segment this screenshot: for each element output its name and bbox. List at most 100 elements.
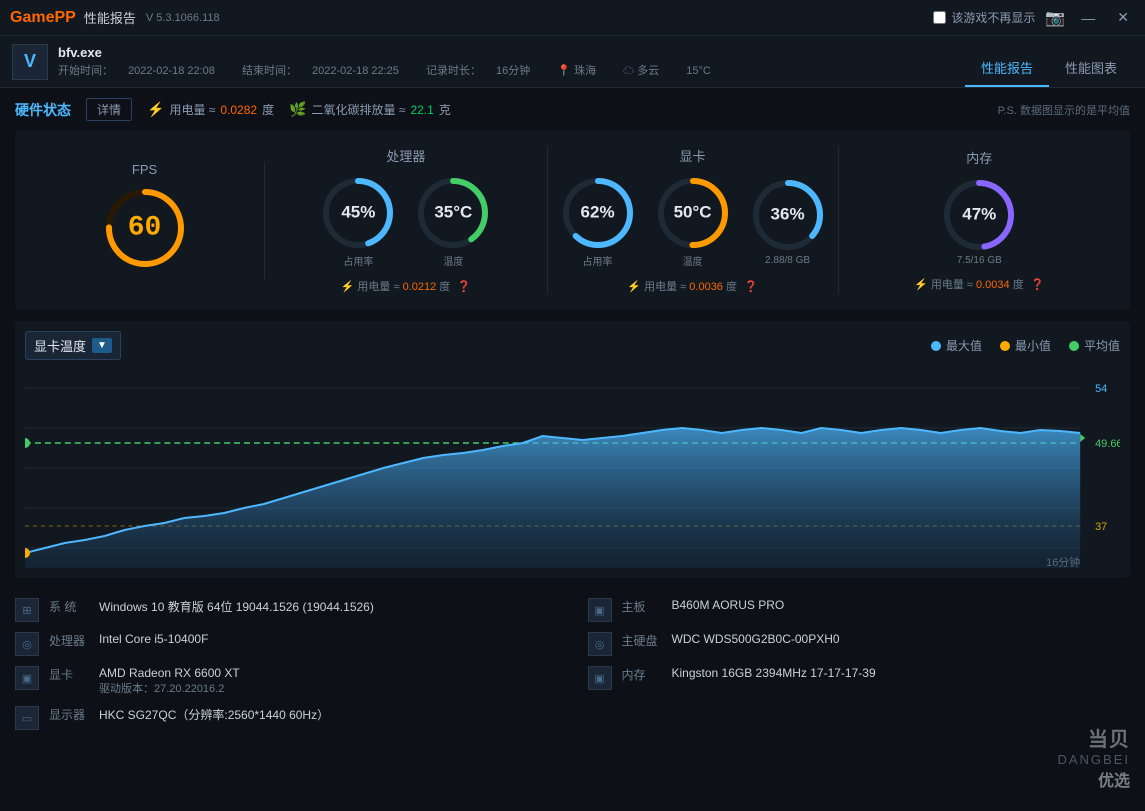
gpu-temp-gauge: 50°C	[653, 173, 733, 253]
game-icon: V	[12, 44, 48, 80]
weather: ☁ 多云	[623, 65, 671, 77]
section-label: 性能报告	[84, 8, 136, 27]
gpu-usage-gauge: 62%	[558, 173, 638, 253]
os-label: 系 统	[49, 598, 89, 615]
sysinfo-right: ▣ 主板 B460M AORUS PRO ◎ 主硬盘 WDC WDS500G2B…	[588, 598, 1131, 730]
watermark: 当贝 DANGBEI 优选	[1057, 723, 1130, 791]
cpu-title: 处理器	[386, 146, 425, 165]
gpu-info-label: 显卡	[49, 666, 89, 683]
ram-usage-text: 47%	[962, 206, 996, 225]
gpu-gauges: 62% 占用率 50°C	[558, 173, 828, 268]
no-show-checkbox[interactable]	[933, 11, 946, 24]
gpu-usage-text: 62%	[581, 204, 615, 223]
temperature: 15°C	[686, 65, 711, 77]
ram-section: 内存 47% 7.5/16 GB ⚡	[839, 148, 1120, 292]
hardware-status-bar: 硬件状态 详情 ⚡ 用电量 ≈ 0.0282 度 🌿 二氧化碳排放量 ≈ 22.…	[15, 98, 1130, 121]
detail-button[interactable]: 详情	[86, 98, 132, 121]
sysinfo-left: ⊞ 系 统 Windows 10 教育版 64位 19044.1526 (190…	[15, 598, 558, 730]
legend-min-dot	[1000, 341, 1010, 351]
gpu-title: 显卡	[680, 146, 706, 165]
game-meta: 开始时间： 2022-02-18 22:08 结束时间： 2022-02-18 …	[58, 62, 965, 78]
monitor-icon: ▭	[15, 706, 39, 730]
gpu-vram-gauge: 36%	[748, 175, 828, 255]
no-show-checkbox-area[interactable]: 该游戏不再显示	[933, 9, 1035, 26]
tab-chart[interactable]: 性能图表	[1049, 50, 1133, 87]
cpu-info-value: Intel Core i5-10400F	[99, 632, 208, 646]
tab-report[interactable]: 性能报告	[965, 50, 1049, 87]
cpu-info-icon: ◎	[15, 632, 39, 656]
sysinfo-mobo-row: ▣ 主板 B460M AORUS PRO	[588, 598, 1131, 622]
ram-power-help[interactable]: ❓	[1031, 279, 1045, 291]
sysinfo-cpu-row: ◎ 处理器 Intel Core i5-10400F	[15, 632, 558, 656]
legend-max-label: 最大值	[946, 337, 982, 354]
watermark-line2: DANGBEI	[1057, 752, 1130, 767]
gpu-section: 显卡 62% 占用率	[548, 146, 839, 294]
hardware-status-title: 硬件状态	[15, 100, 71, 120]
cpu-power-help[interactable]: ❓	[457, 281, 471, 293]
cpu-temp-gauge: 35°C	[413, 173, 493, 253]
gpu-vram-text: 36%	[771, 206, 805, 225]
legend-avg-dot	[1069, 341, 1079, 351]
camera-icon[interactable]: 📷	[1045, 8, 1065, 28]
minimize-button[interactable]: —	[1075, 8, 1101, 28]
sysinfo-section: ⊞ 系 统 Windows 10 教育版 64位 19044.1526 (190…	[15, 590, 1130, 738]
cpu-temp-text: 35°C	[434, 204, 472, 223]
legend-min-label: 最小值	[1015, 337, 1051, 354]
ram-info-value: Kingston 16GB 2394MHz 17-17-17-39	[672, 666, 876, 680]
ssd-icon: ◎	[588, 632, 612, 656]
sysinfo-gpu-row: ▣ 显卡 AMD Radeon RX 6600 XT 驱动版本：27.20.22…	[15, 666, 558, 696]
game-name: bfv.exe	[58, 45, 965, 60]
fps-gauge: 60	[100, 183, 190, 273]
gpu-power-help[interactable]: ❓	[744, 281, 758, 293]
fps-section: FPS 60	[25, 162, 265, 279]
location: 📍 珠海	[557, 65, 608, 77]
game-info: bfv.exe 开始时间： 2022-02-18 22:08 结束时间： 202…	[58, 45, 965, 78]
titlebar: GamePP 性能报告 V 5.3.1066.118 该游戏不再显示 📷 — ✕	[0, 0, 1145, 36]
ps-note: P.S. 数据图显示的是平均值	[998, 102, 1130, 118]
gpu-info-block: AMD Radeon RX 6600 XT 驱动版本：27.20.22016.2	[99, 666, 240, 696]
monitor-value: HKC SG27QC（分辨率:2560*1440 60Hz）	[99, 706, 329, 723]
svg-text:54: 54	[1095, 383, 1107, 395]
co2-icon: 🌿	[289, 101, 306, 118]
monitor-label: 显示器	[49, 706, 89, 723]
ssd-label: 主硬盘	[622, 632, 662, 649]
mobo-value: B460M AORUS PRO	[672, 598, 785, 612]
legend-max-dot	[931, 341, 941, 351]
cpu-gauges: 45% 占用率 35°C	[318, 173, 493, 268]
svg-text:16分钟: 16分钟	[1046, 555, 1080, 568]
os-icon: ⊞	[15, 598, 39, 622]
mobo-icon: ▣	[588, 598, 612, 622]
power-icon-cpu: ⚡	[341, 281, 355, 293]
cpu-info-label: 处理器	[49, 632, 89, 649]
watermark-line1: 当贝	[1057, 723, 1130, 752]
tab-bar: 性能报告 性能图表	[965, 36, 1133, 87]
close-button[interactable]: ✕	[1111, 7, 1135, 28]
game-header: V bfv.exe 开始时间： 2022-02-18 22:08 结束时间： 2…	[0, 36, 1145, 88]
mobo-label: 主板	[622, 598, 662, 615]
gpu-info-sub: 驱动版本：27.20.22016.2	[99, 680, 240, 696]
start-label: 开始时间： 2022-02-18 22:08	[58, 65, 230, 77]
watermark-brand: 优选	[1057, 767, 1130, 791]
end-label: 结束时间： 2022-02-18 22:25	[242, 65, 414, 77]
sysinfo-os-row: ⊞ 系 统 Windows 10 教育版 64位 19044.1526 (190…	[15, 598, 558, 622]
gpu-temp-text: 50°C	[674, 204, 712, 223]
cpu-power-stat: ⚡ 用电量 ≈ 0.0212 度 ❓	[341, 278, 471, 294]
sysinfo-monitor-row: ▭ 显示器 HKC SG27QC（分辨率:2560*1440 60Hz）	[15, 706, 558, 730]
svg-text:37: 37	[1095, 521, 1107, 533]
power-icon-gpu: ⚡	[627, 281, 641, 293]
chart-area: 显卡温度 ▼ 最大值 最小值 平均值	[15, 321, 1130, 578]
ssd-value: WDC WDS500G2B0C-00PXH0	[672, 632, 840, 646]
fps-value: 60	[128, 212, 162, 243]
gauges-row: FPS 60 处理器	[15, 131, 1130, 309]
co2-stat: 🌿 二氧化碳排放量 ≈ 22.1 克	[289, 101, 451, 118]
os-value: Windows 10 教育版 64位 19044.1526 (19044.152…	[99, 598, 374, 615]
chart-wrapper: 16分钟 54 49.66 37	[25, 368, 1120, 568]
power-icon: ⚡	[147, 101, 164, 118]
ram-usage-gauge: 47%	[939, 175, 1019, 255]
cpu-section: 处理器 45% 占用率	[265, 146, 547, 294]
gpu-info-value: AMD Radeon RX 6600 XT	[99, 666, 240, 680]
ram-info-label: 内存	[622, 666, 662, 683]
chart-select-dropdown[interactable]: 显卡温度 ▼	[25, 331, 121, 360]
gpu-power-stat: ⚡ 用电量 ≈ 0.0036 度 ❓	[627, 278, 757, 294]
svg-text:49.66: 49.66	[1095, 438, 1120, 450]
